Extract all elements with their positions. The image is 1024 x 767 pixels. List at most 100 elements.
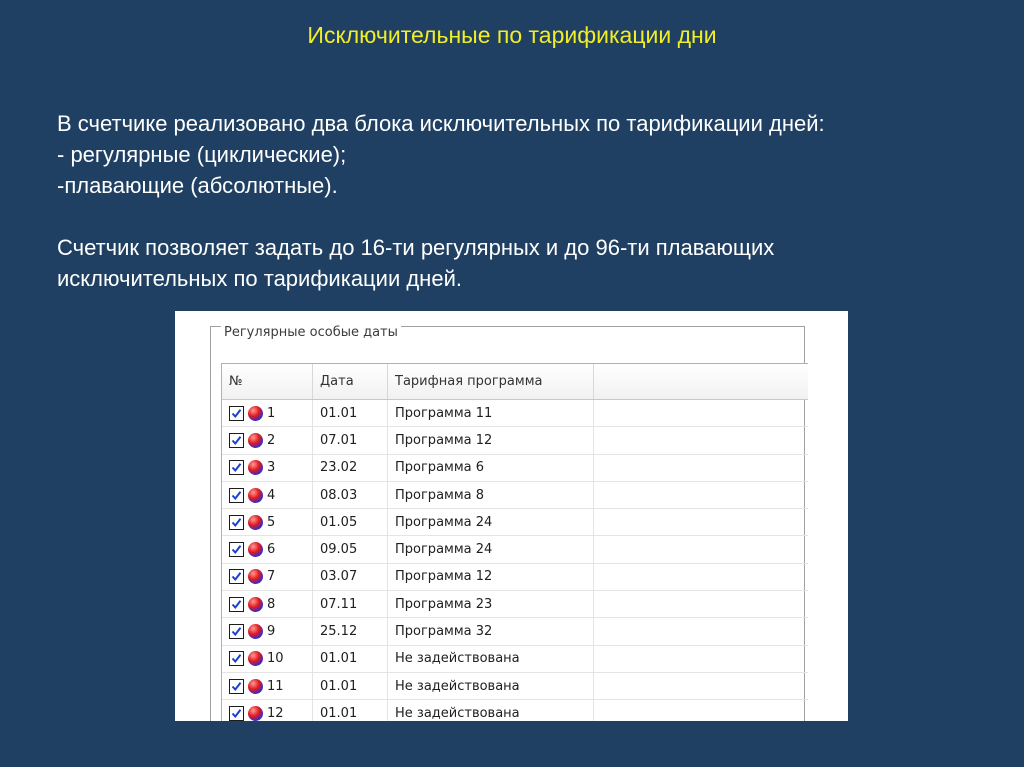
- status-ball-icon: [248, 405, 263, 421]
- row-number-cell: 9: [222, 618, 313, 645]
- row-number: 11: [267, 678, 284, 694]
- row-number: 2: [267, 432, 276, 448]
- row-date: 03.07: [313, 563, 388, 591]
- table-row[interactable]: 2 07.01 Программа 12: [222, 427, 808, 455]
- row-number: 6: [267, 542, 276, 558]
- row-number-cell: 4: [222, 481, 313, 509]
- row-number-cell: 6: [222, 536, 313, 563]
- table-row[interactable]: 3 23.02 Программа 6: [222, 454, 808, 482]
- row-filler: [594, 455, 808, 481]
- row-filler: [594, 536, 808, 562]
- row-filler: [594, 646, 808, 672]
- row-number: 4: [267, 487, 276, 503]
- row-date: 01.01: [313, 645, 388, 672]
- table-row[interactable]: 9 25.12 Программа 32: [222, 618, 808, 646]
- row-number: 7: [267, 569, 276, 585]
- table-row[interactable]: 6 09.05 Программа 24: [222, 536, 808, 564]
- row-enabled-checkbox[interactable]: [229, 542, 244, 558]
- row-enabled-checkbox[interactable]: [229, 705, 244, 721]
- status-ball-icon: [248, 542, 263, 558]
- bullet-floating: -плавающие (абсолютные).: [57, 173, 338, 198]
- regular-dates-groupbox: Регулярные особые даты № Дата Тарифная п…: [210, 325, 808, 721]
- row-program: Программа 6: [388, 454, 594, 481]
- regular-dates-table: № Дата Тарифная программа 1 01.01 Программ…: [221, 363, 808, 721]
- row-date: 07.01: [313, 427, 388, 454]
- intro-line: В счетчике реализовано два блока исключи…: [57, 111, 825, 136]
- row-enabled-checkbox[interactable]: [229, 596, 244, 612]
- status-ball-icon: [248, 432, 263, 448]
- row-number-cell: 3: [222, 454, 313, 481]
- bullet-regular: - регулярные (циклические);: [57, 142, 347, 167]
- table-body: 1 01.01 Программа 11 2 07.01 Программа 12 3 23.…: [222, 400, 808, 721]
- checkmark-icon: [231, 408, 242, 418]
- table-row[interactable]: 5 01.05 Программа 24: [222, 509, 808, 537]
- row-enabled-checkbox[interactable]: [229, 487, 244, 503]
- row-date: 25.12: [313, 618, 388, 645]
- table-row[interactable]: 10 01.01 Не задействована: [222, 645, 808, 673]
- checkmark-icon: [231, 518, 242, 527]
- status-ball-icon: [248, 705, 263, 721]
- row-date: 01.01: [313, 700, 388, 721]
- table-row[interactable]: 11 01.01 Не задействована: [222, 672, 808, 701]
- row-number: 8: [267, 596, 276, 612]
- checkmark-icon: [231, 599, 242, 609]
- row-program: Программа 24: [388, 536, 594, 563]
- row-date: 01.01: [313, 672, 388, 700]
- checkmark-icon: [231, 627, 242, 637]
- row-number-cell: 8: [222, 591, 313, 618]
- checkmark-icon: [231, 545, 242, 555]
- row-number: 10: [267, 651, 284, 667]
- checkmark-icon: [231, 463, 242, 473]
- row-enabled-checkbox[interactable]: [229, 405, 244, 421]
- row-enabled-checkbox[interactable]: [229, 678, 244, 694]
- column-header-number[interactable]: №: [222, 364, 313, 399]
- column-header-filler: [594, 364, 808, 399]
- row-enabled-checkbox[interactable]: [229, 569, 244, 585]
- slide-body: В счетчике реализовано два блока исключи…: [57, 108, 987, 294]
- column-header-program[interactable]: Тарифная программа: [388, 364, 594, 399]
- checkmark-icon: [231, 681, 242, 691]
- column-header-date[interactable]: Дата: [313, 364, 388, 399]
- row-program: Программа 12: [388, 427, 594, 454]
- table-row[interactable]: 7 03.07 Программа 12: [222, 563, 808, 592]
- table-row[interactable]: 12 01.01 Не задействована: [222, 700, 808, 721]
- row-number-cell: 1: [222, 400, 313, 427]
- row-number: 9: [267, 624, 276, 640]
- capacity-line: Счетчик позволяет задать до 16-ти регуля…: [57, 235, 775, 260]
- row-filler: [594, 482, 808, 508]
- row-number-cell: 5: [222, 509, 313, 536]
- row-enabled-checkbox[interactable]: [229, 624, 244, 640]
- checkmark-icon: [231, 572, 242, 582]
- checkmark-icon: [231, 654, 242, 664]
- status-ball-icon: [248, 569, 263, 585]
- row-number: 5: [267, 514, 276, 530]
- row-enabled-checkbox[interactable]: [229, 432, 244, 448]
- status-ball-icon: [248, 514, 263, 530]
- checkmark-icon: [231, 436, 242, 445]
- row-enabled-checkbox[interactable]: [229, 460, 244, 476]
- row-enabled-checkbox[interactable]: [229, 514, 244, 530]
- status-ball-icon: [248, 460, 263, 476]
- row-filler: [594, 591, 808, 617]
- row-filler: [594, 564, 808, 590]
- row-enabled-checkbox[interactable]: [229, 651, 244, 667]
- row-program: Не задействована: [388, 672, 594, 700]
- row-date: 01.05: [313, 509, 388, 536]
- checkmark-icon: [231, 490, 242, 500]
- table-row[interactable]: 1 01.01 Программа 11: [222, 400, 808, 428]
- row-filler: [594, 673, 808, 699]
- table-row[interactable]: 8 07.11 Программа 23: [222, 591, 808, 619]
- status-ball-icon: [248, 678, 263, 694]
- row-number-cell: 2: [222, 427, 313, 454]
- row-number-cell: 11: [222, 672, 313, 700]
- row-program: Программа 24: [388, 509, 594, 536]
- row-program: Программа 32: [388, 618, 594, 645]
- row-date: 07.11: [313, 591, 388, 618]
- row-program: Программа 11: [388, 400, 594, 427]
- row-filler: [594, 700, 808, 721]
- row-date: 23.02: [313, 454, 388, 481]
- table-row[interactable]: 4 08.03 Программа 8: [222, 481, 808, 510]
- row-date: 01.01: [313, 400, 388, 427]
- row-program: Не задействована: [388, 700, 594, 721]
- status-ball-icon: [248, 487, 263, 503]
